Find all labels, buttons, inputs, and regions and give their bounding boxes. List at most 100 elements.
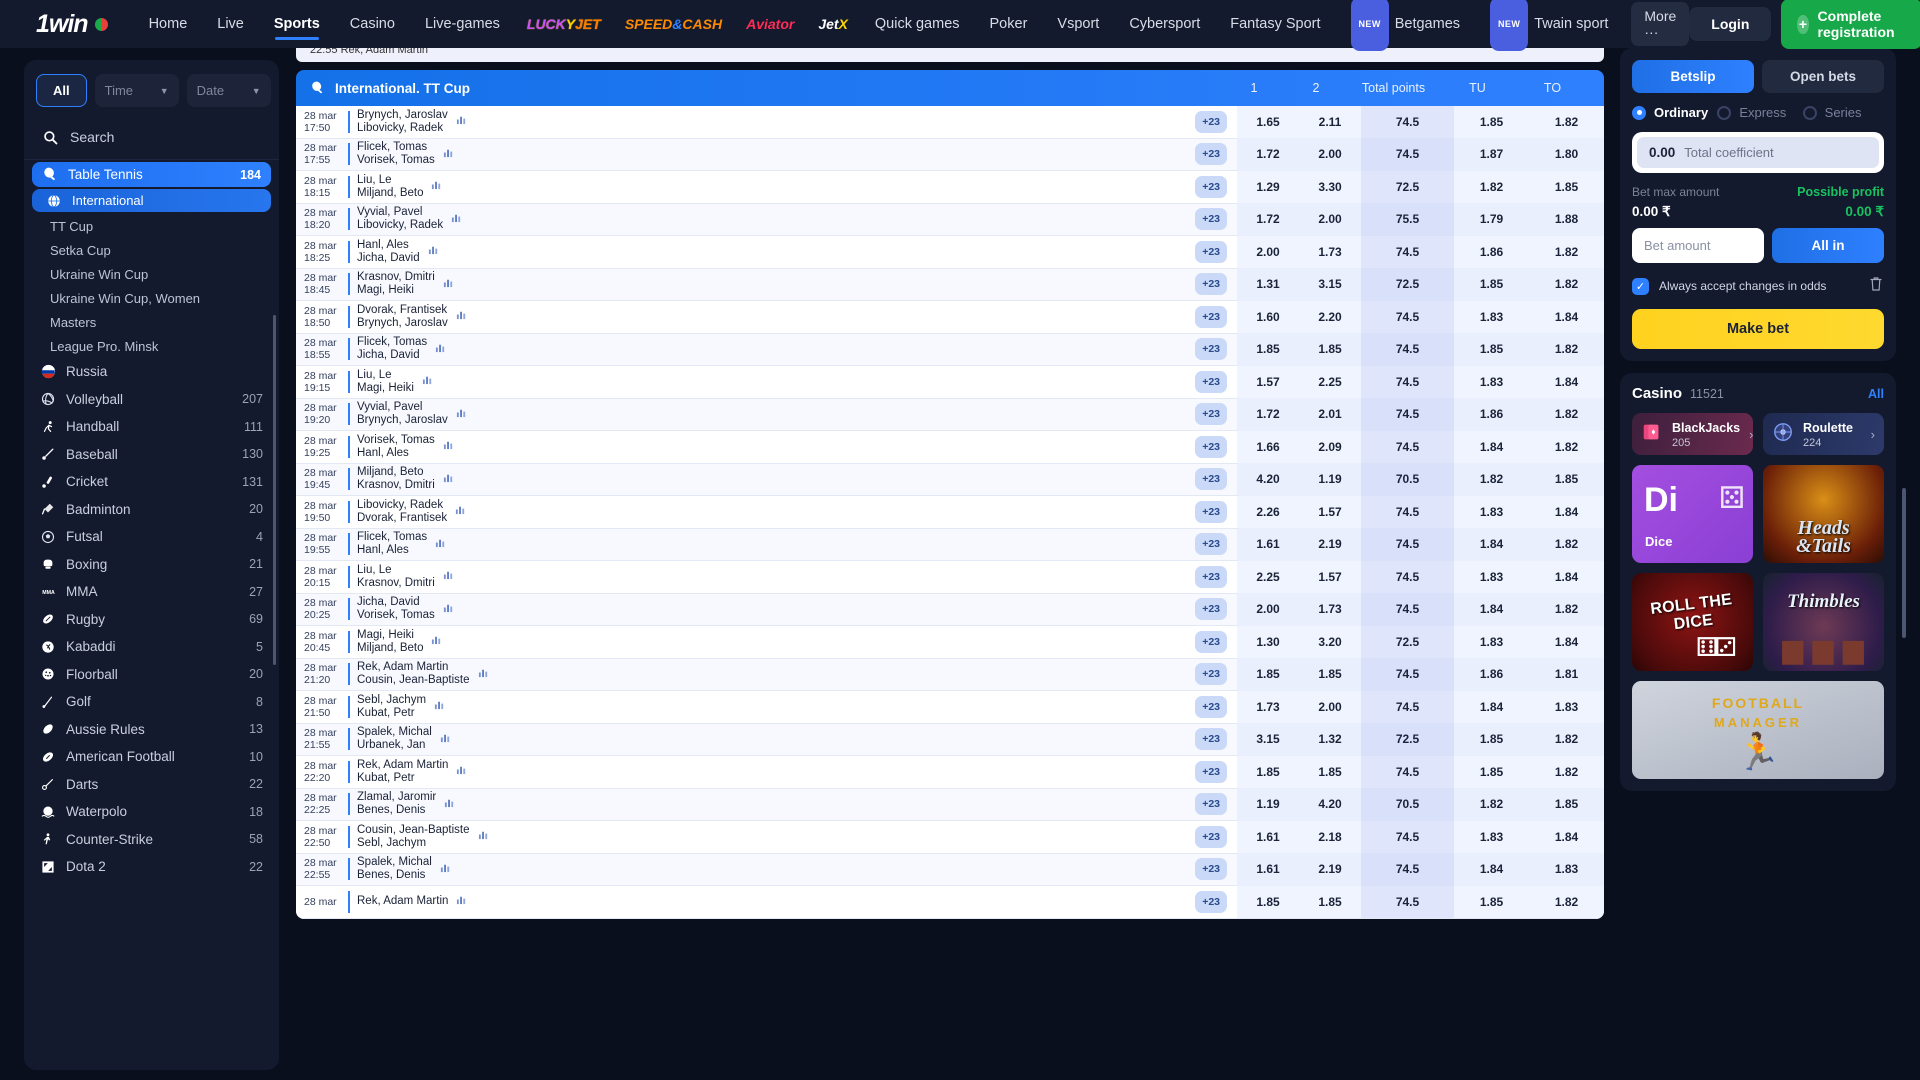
odd-1[interactable]: 1.60 [1237,300,1299,333]
match-row[interactable]: 28 mar 20:15 Liu, Le Krasnov, Dmitri +23 2.25… [296,560,1604,594]
nav-item-poker[interactable]: Poker [975,0,1043,48]
odd-total-under[interactable]: 1.86 [1454,658,1529,691]
odd-total-points[interactable]: 74.5 [1361,593,1454,626]
nav-item-fantasy-sport[interactable]: Fantasy Sport [1215,0,1335,48]
more-markets-button[interactable]: +23 [1195,240,1227,263]
odd-total-under[interactable]: 1.82 [1454,788,1529,821]
more-markets-button[interactable]: +23 [1195,110,1227,133]
sidebar-item-kabaddi[interactable]: Kabaddi 5 [24,633,279,661]
radio-ordinary[interactable]: Ordinary [1632,105,1713,120]
match-row[interactable]: 28 mar 17:55 Flicek, Tomas Vorisek, Tomas +2… [296,138,1604,171]
casino-game-football-manager[interactable]: FOOTBALL MANAGER 🏃 [1632,681,1884,779]
statistics-icon[interactable] [435,342,446,357]
more-markets-button[interactable]: +23 [1195,468,1227,491]
casino-game-thimbles[interactable]: Thimbles ▆ ▆ ▆ [1763,573,1884,671]
odd-2[interactable]: 3.20 [1299,625,1361,658]
statistics-icon[interactable] [443,602,454,617]
match-row[interactable]: 28 mar 21:50 Sebl, Jachym Kubat, Petr +23 1.7… [296,690,1604,724]
match-row[interactable]: 28 mar 17:50 Brynych, Jaroslav Libovicky, R… [296,106,1604,139]
odd-1[interactable]: 1.61 [1237,820,1299,853]
odd-2[interactable]: 2.11 [1299,106,1361,138]
sidebar-item-mma[interactable]: MMA MMA 27 [24,578,279,606]
odd-total-under[interactable]: 1.84 [1454,430,1529,463]
sidebar-item-russia[interactable]: Russia [24,358,279,386]
odd-total-under[interactable]: 1.82 [1454,463,1529,496]
more-markets-button[interactable]: +23 [1195,565,1227,588]
odd-1[interactable]: 3.15 [1237,723,1299,756]
statistics-icon[interactable] [440,732,451,747]
odd-2[interactable]: 1.85 [1299,333,1361,366]
nav-item-vsport[interactable]: Vsport [1042,0,1114,48]
odd-1[interactable]: 1.85 [1237,658,1299,691]
sidebar-item-handball[interactable]: Handball 111 [24,413,279,441]
sidebar-scrollbar[interactable] [273,315,276,665]
odd-total-points[interactable]: 72.5 [1361,170,1454,203]
odd-total-points[interactable]: 75.5 [1361,203,1454,236]
match-row[interactable]: 28 mar 22:50 Cousin, Jean-Baptiste Sebl, Ja… [296,820,1604,854]
sidebar-item-tt-cup[interactable]: TT Cup [24,214,279,238]
odd-2[interactable]: 1.73 [1299,235,1361,268]
odd-total-points[interactable]: 72.5 [1361,268,1454,301]
odd-total-points[interactable]: 74.5 [1361,853,1454,886]
odd-total-over[interactable]: 1.84 [1529,300,1604,333]
more-markets-button[interactable]: +23 [1195,305,1227,328]
odd-total-over[interactable]: 1.85 [1529,788,1604,821]
statistics-icon[interactable] [443,569,454,584]
nav-brand-luckyjet[interactable]: LUCKYJET [515,0,613,48]
more-markets-button[interactable]: +23 [1195,175,1227,198]
sidebar-item-boxing[interactable]: Boxing 21 [24,551,279,579]
sidebar-item-dota-2[interactable]: Dota 2 22 [24,853,279,881]
odd-total-points[interactable]: 74.5 [1361,365,1454,398]
statistics-icon[interactable] [434,699,445,714]
match-row[interactable]: 28 mar 19:15 Liu, Le Magi, Heiki +23 1.57 2.25… [296,365,1604,399]
odd-total-points[interactable]: 74.5 [1361,658,1454,691]
odd-2[interactable]: 2.00 [1299,203,1361,236]
odd-total-under[interactable]: 1.85 [1454,723,1529,756]
statistics-icon[interactable] [444,797,455,812]
odd-1[interactable]: 2.25 [1237,560,1299,593]
match-row[interactable]: 28 mar 21:55 Spalek, Michal Urbanek, Jan +23… [296,723,1604,756]
match-row[interactable]: 28 mar 18:20 Vyvial, Pavel Libovicky, Radek… [296,203,1604,236]
odd-total-points[interactable]: 74.5 [1361,398,1454,431]
odd-1[interactable]: 1.85 [1237,885,1299,918]
odd-total-under[interactable]: 1.83 [1454,495,1529,528]
casino-all-link[interactable]: All [1868,387,1884,401]
odd-1[interactable]: 1.19 [1237,788,1299,821]
match-row[interactable]: 28 mar 18:25 Hanl, Ales Jicha, David +23 2.00… [296,235,1604,269]
odd-total-points[interactable]: 74.5 [1361,300,1454,333]
odd-total-over[interactable]: 1.82 [1529,593,1604,626]
sidebar-item-american-football[interactable]: American Football 10 [24,743,279,771]
odd-total-over[interactable]: 1.82 [1529,106,1604,138]
odd-2[interactable]: 2.00 [1299,690,1361,723]
odd-1[interactable]: 1.72 [1237,203,1299,236]
filter-date-select[interactable]: Date ▼ [186,74,271,107]
clear-betslip-icon[interactable] [1868,275,1884,297]
odd-1[interactable]: 1.72 [1237,398,1299,431]
radio-express[interactable]: Express [1717,105,1798,120]
statistics-icon[interactable] [440,862,451,877]
casino-game-roll-the-dice[interactable]: ROLL THE DICE ⚅⚂ [1632,573,1753,671]
nav-item-twain-sport[interactable]: NEW Twain sport [1475,0,1623,51]
statistics-icon[interactable] [478,667,489,682]
match-row[interactable]: 28 mar 18:50 Dvorak, Frantisek Brynych, Jar… [296,300,1604,334]
odd-2[interactable]: 2.20 [1299,300,1361,333]
sidebar-item-futsal[interactable]: Futsal 4 [24,523,279,551]
match-row[interactable]: 28 mar 20:45 Magi, Heiki Miljand, Beto +23 1.… [296,625,1604,659]
statistics-icon[interactable] [456,114,467,129]
more-markets-button[interactable]: +23 [1195,663,1227,686]
nav-brand-jetx[interactable]: JetX [806,0,860,48]
match-row[interactable]: 28 mar 19:55 Flicek, Tomas Hanl, Ales +23 1.6… [296,528,1604,561]
more-markets-button[interactable]: +23 [1195,403,1227,426]
odd-total-under[interactable]: 1.86 [1454,235,1529,268]
odd-total-points[interactable]: 72.5 [1361,723,1454,756]
more-markets-button[interactable]: +23 [1195,338,1227,361]
odd-total-under[interactable]: 1.85 [1454,885,1529,918]
nav-item-home[interactable]: Home [134,0,203,48]
sidebar-item-counter-strike[interactable]: Counter-Strike 58 [24,826,279,854]
more-markets-button[interactable]: +23 [1195,533,1227,556]
statistics-icon[interactable] [478,829,489,844]
sidebar-item-cricket[interactable]: Cricket 131 [24,468,279,496]
odd-total-points[interactable]: 74.5 [1361,430,1454,463]
odd-total-over[interactable]: 1.81 [1529,658,1604,691]
nav-item-casino[interactable]: Casino [335,0,410,48]
